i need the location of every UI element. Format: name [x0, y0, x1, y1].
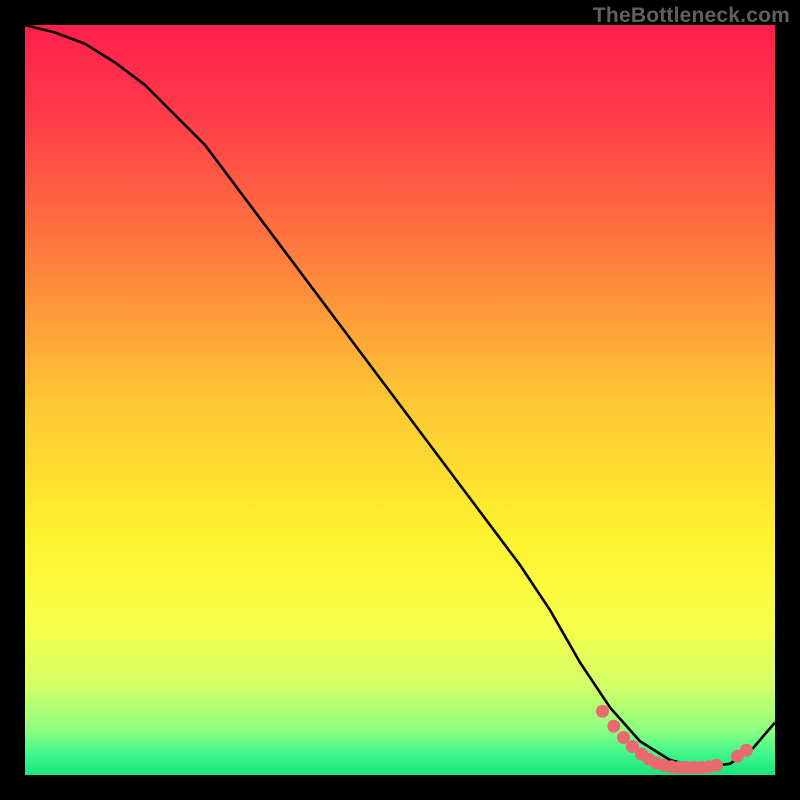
gradient-background — [25, 25, 775, 775]
watermark-text: TheBottleneck.com — [593, 4, 790, 28]
data-point-icon — [710, 759, 723, 772]
chart-stage: TheBottleneck.com — [0, 0, 800, 800]
data-point-icon — [596, 705, 609, 718]
plot-svg — [25, 25, 775, 775]
data-point-icon — [740, 744, 753, 757]
plot-area — [25, 25, 775, 775]
data-point-icon — [607, 720, 620, 733]
